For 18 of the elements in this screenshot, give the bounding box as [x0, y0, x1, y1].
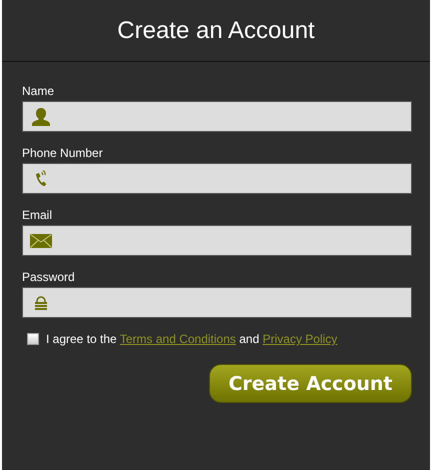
field-label: Email — [22, 208, 54, 222]
create-account-button[interactable]: Create Account — [209, 364, 412, 403]
policy-link[interactable]: Terms and Conditions — [120, 332, 236, 346]
input-field[interactable] — [22, 163, 412, 194]
input-field[interactable] — [22, 101, 412, 132]
person-icon — [31, 106, 51, 126]
input-field[interactable] — [22, 225, 412, 256]
input-field[interactable] — [22, 287, 412, 318]
envelope-icon — [30, 234, 52, 248]
field-label: Phone Number — [22, 146, 104, 160]
policy-link[interactable]: Privacy Policy — [262, 332, 338, 346]
form-title: Create an Account — [117, 16, 315, 44]
field-label: Password — [22, 270, 76, 284]
agree-checkbox[interactable] — [27, 333, 39, 345]
lock-icon — [34, 296, 48, 310]
agreement-text: I agree to the Terms and Conditions and Privacy Policy — [46, 332, 338, 346]
field-label: Name — [22, 84, 56, 98]
phone-icon — [33, 168, 49, 188]
